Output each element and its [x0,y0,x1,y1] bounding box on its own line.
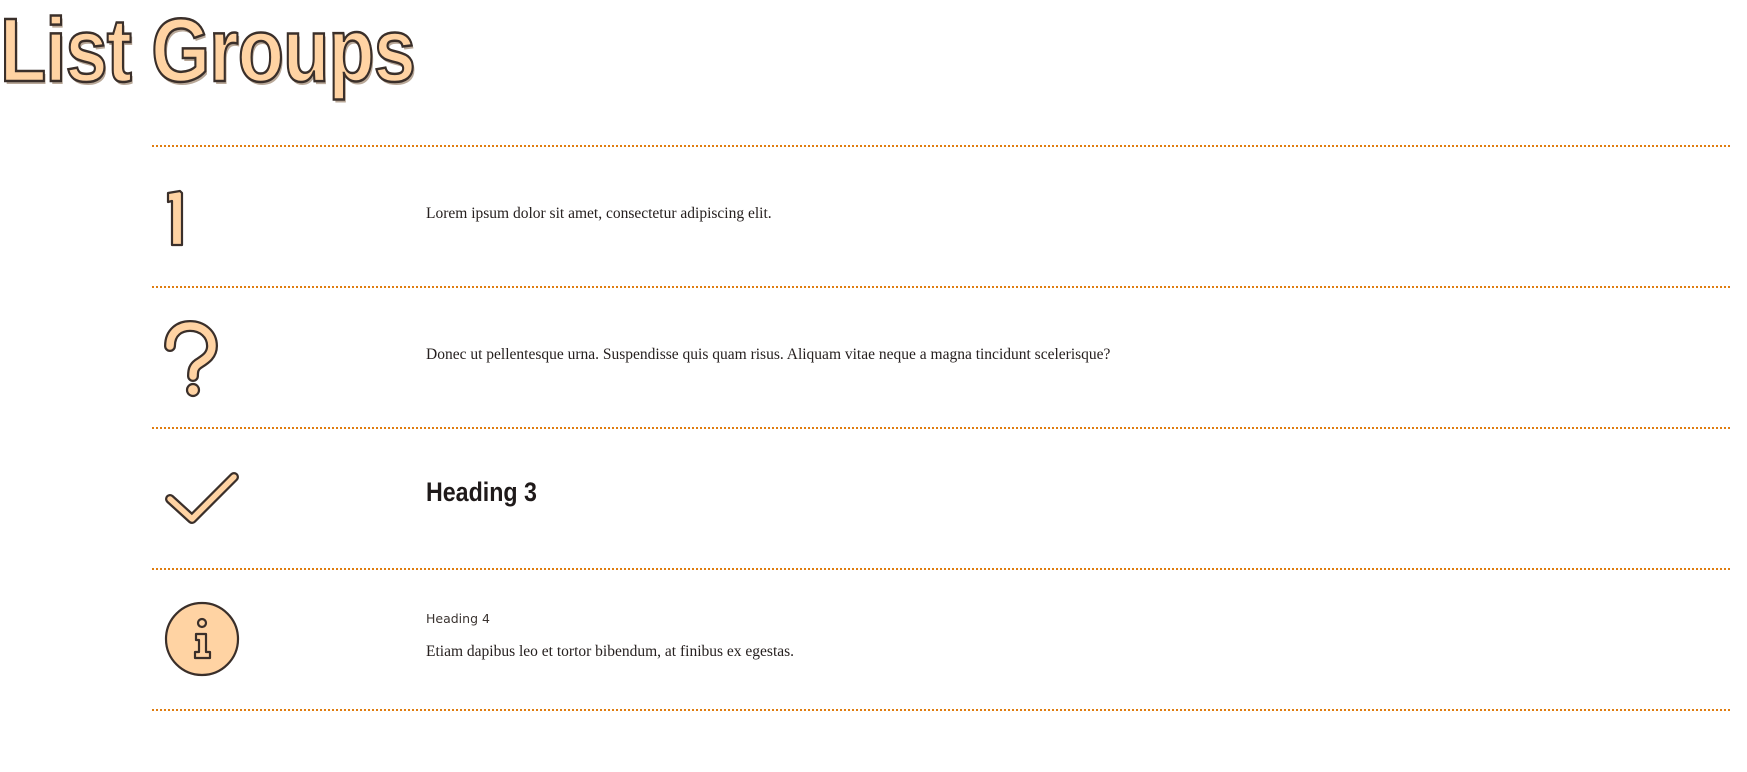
question-mark-icon [152,288,262,427]
list-item-text: Etiam dapibus leo et tortor bibendum, at… [426,643,795,660]
page-title: List Groups [0,1,417,101]
list-item-text: Lorem ipsum dolor sit amet, consectetur … [426,205,772,222]
list-item: Donec ut pellentesque urna. Suspendisse … [152,288,1730,429]
list-item-text: Donec ut pellentesque urna. Suspendisse … [426,346,1111,363]
page: List Groups Lorem ipsum dolor sit amet, … [0,0,1747,772]
list-group: Lorem ipsum dolor sit amet, consectetur … [152,145,1730,711]
info-icon [152,570,262,709]
list-item-heading: Heading 4 [426,611,490,626]
number-one-icon [152,147,262,286]
checkmark-icon [152,429,262,568]
list-item-heading: Heading 3 [426,477,537,507]
list-item: Heading 3 [152,429,1730,570]
list-item: Heading 4 Etiam dapibus leo et tortor bi… [152,570,1730,711]
list-item: Lorem ipsum dolor sit amet, consectetur … [152,147,1730,288]
